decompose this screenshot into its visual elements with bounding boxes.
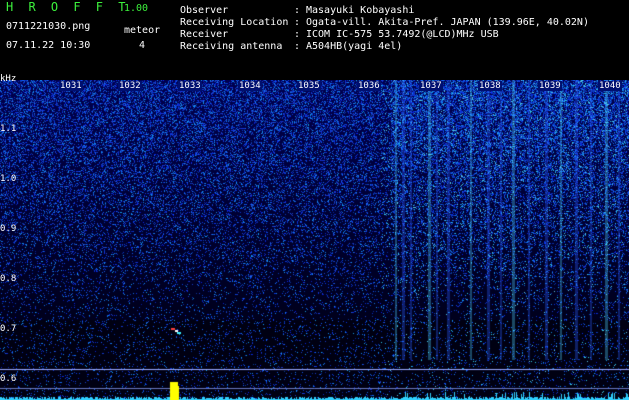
observer-label: Observer (180, 5, 229, 16)
location-sep: : (294, 17, 301, 28)
time-tick-1040: 1040 (598, 81, 622, 91)
location-label: Receiving Location (180, 17, 289, 28)
time-tick-1035: 1035 (297, 81, 321, 91)
receiver-sep: : (294, 29, 301, 40)
observer-value: Masayuki Kobayashi (306, 5, 415, 16)
y-tick-0-9: 0.9 (0, 224, 17, 234)
info-header: H R O F F T 1.00 0711221030.png 07.11.22… (0, 0, 629, 80)
location-value: Ogata-vill. Akita-Pref. JAPAN (139.96E, … (306, 17, 589, 28)
time-tick-1032: 1032 (118, 81, 142, 91)
capture-datetime: 07.11.22 10:30 (6, 40, 91, 51)
time-tick-1037: 1037 (419, 81, 443, 91)
app-version: 1.00 (124, 3, 149, 14)
antenna-label: Receiving antenna (180, 41, 283, 52)
antenna-sep: : (294, 41, 301, 52)
time-tick-1036: 1036 (357, 81, 381, 91)
y-tick-1-1: 1.1 (0, 124, 17, 134)
meteor-label: meteor (124, 25, 161, 36)
time-tick-1033: 1033 (178, 81, 202, 91)
meteor-count: 4 (139, 40, 146, 51)
time-tick-1039: 1039 (538, 81, 562, 91)
y-tick-0-8: 0.8 (0, 274, 17, 284)
time-tick-1038: 1038 (478, 81, 502, 91)
y-unit-label: kHz (0, 74, 17, 84)
receiver-label: Receiver (180, 29, 229, 40)
y-tick-1-0: 1.0 (0, 174, 17, 184)
y-tick-0-6: 0.6 (0, 374, 17, 384)
file-name: 0711221030.png (6, 21, 91, 32)
antenna-value: A504HB(yagi 4el) (306, 41, 403, 52)
spectrogram-canvas (0, 80, 629, 400)
receiver-value: ICOM IC-575 53.7492(@LCD)MHz USB (306, 29, 499, 40)
observer-sep: : (294, 5, 301, 16)
time-tick-1034: 1034 (238, 81, 262, 91)
y-tick-0-7: 0.7 (0, 324, 17, 334)
time-tick-1031: 1031 (59, 81, 83, 91)
app-name: H R O F F T (6, 0, 130, 14)
